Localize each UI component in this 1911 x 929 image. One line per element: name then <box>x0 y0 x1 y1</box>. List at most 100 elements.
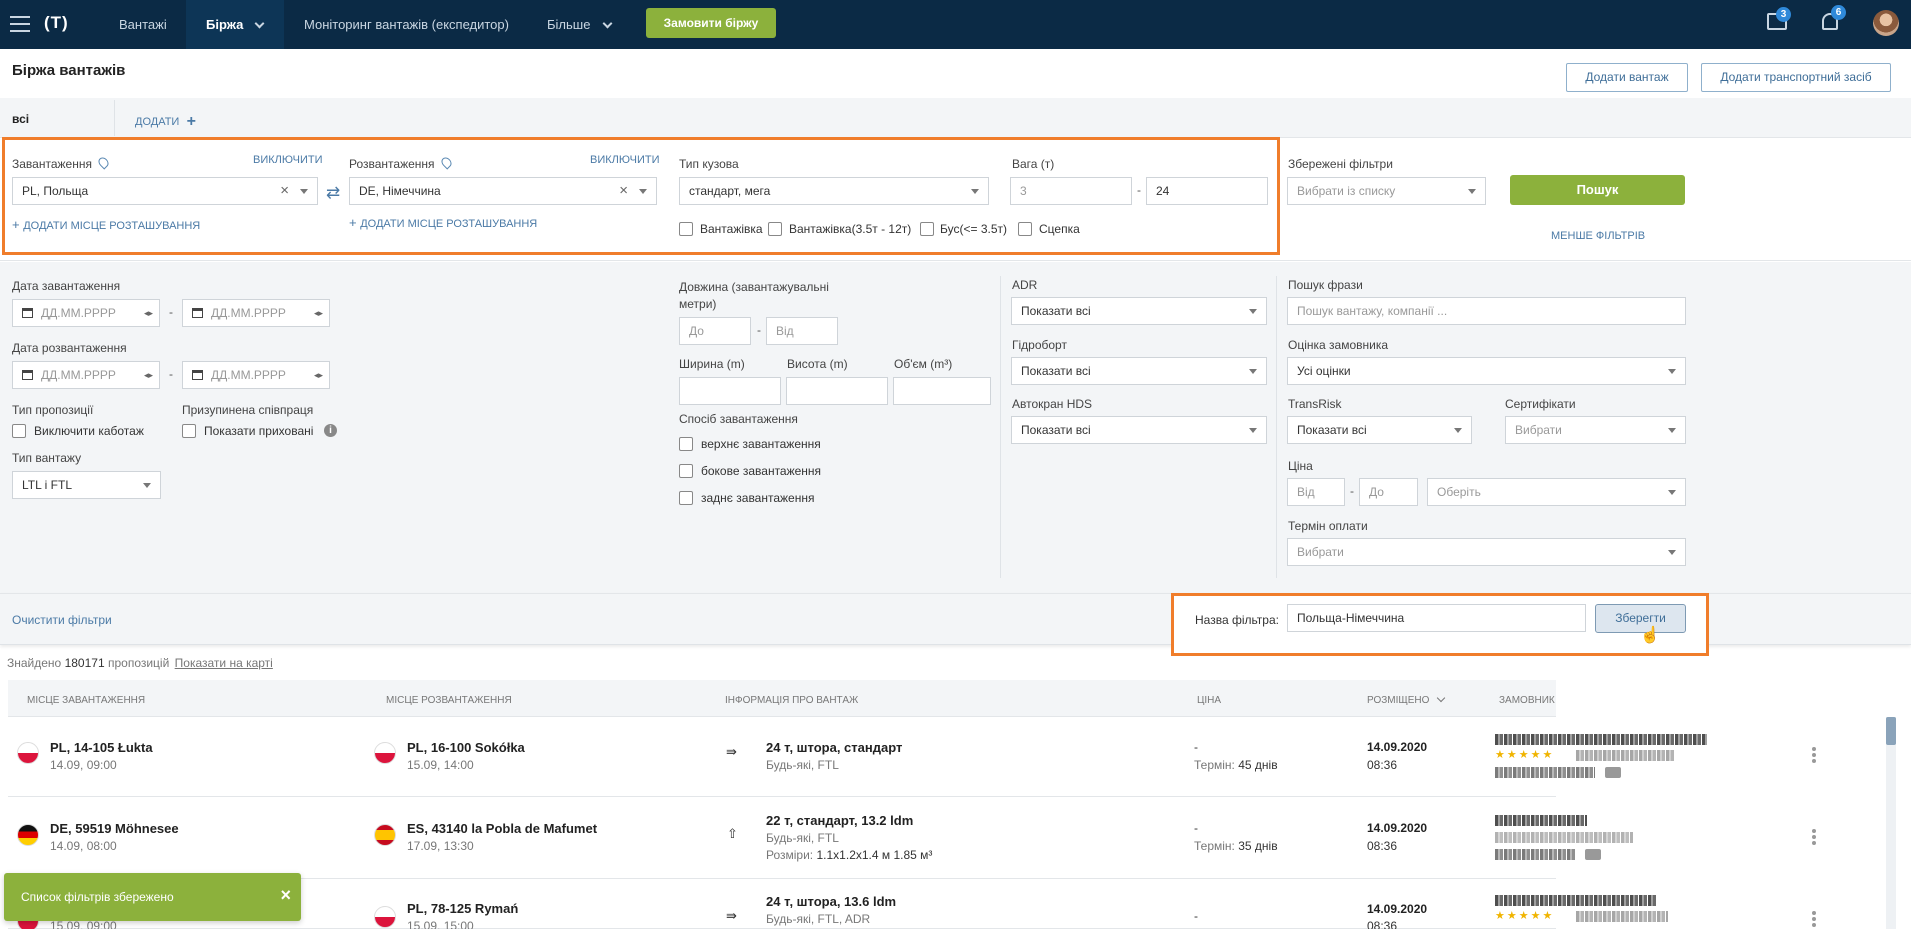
col-header-loading-place[interactable]: МІСЦЕ ЗАВАНТАЖЕННЯ <box>27 695 145 706</box>
top-navigation-bar: (T) Вантажі Біржа Моніторинг вантажів (е… <box>0 0 1911 49</box>
tail-lift-select[interactable]: Показати всі <box>1011 357 1267 385</box>
date-range-dash: - <box>169 367 173 381</box>
clear-filters-link[interactable]: Очистити фільтри <box>12 613 112 627</box>
loading-method-label: Спосіб завантаження <box>679 412 798 426</box>
chat-icon[interactable] <box>1585 849 1601 860</box>
payment-term-label: Термін оплати <box>1288 519 1368 533</box>
row-cargo-dims: Розміри: 1.1x1.2x1.4 м 1.85 м³ <box>766 848 932 862</box>
certificates-select[interactable]: Вибрати <box>1505 416 1686 444</box>
unload-date-to-placeholder: ДД.ММ.РРРР <box>211 368 286 382</box>
price-range-dash: - <box>1350 484 1354 498</box>
unload-date-from-input[interactable]: ДД.ММ.РРРР ◂▸ <box>12 361 160 389</box>
row-loading-date: 14.09, 08:00 <box>50 839 117 853</box>
nav-item-exchange[interactable]: Біржа <box>186 0 284 49</box>
length-to-input[interactable]: Від <box>766 317 838 345</box>
close-icon[interactable]: × <box>280 885 291 906</box>
side-loading-icon: ⇛ <box>726 908 737 923</box>
user-avatar[interactable] <box>1873 10 1899 36</box>
table-scrollbar[interactable] <box>1886 717 1896 929</box>
col-header-unloading-place[interactable]: МІСЦЕ РОЗВАНТАЖЕННЯ <box>386 695 512 706</box>
row-payment-term-label: Термін: <box>1194 758 1235 772</box>
top-loading-checkbox[interactable] <box>679 437 693 451</box>
price-currency-select[interactable]: Оберіть <box>1427 478 1686 506</box>
stepper-arrows-icon[interactable]: ◂▸ <box>144 300 153 326</box>
chat-icon[interactable] <box>1605 767 1621 778</box>
add-vehicle-button[interactable]: Додати транспортний засіб <box>1701 63 1891 92</box>
saved-filters-label: Збережені фільтри <box>1288 157 1393 171</box>
side-loading-icon: ⇛ <box>726 744 737 759</box>
load-date-label: Дата завантаження <box>12 279 121 293</box>
volume-input[interactable] <box>893 377 991 405</box>
length-from-input[interactable]: До <box>679 317 751 345</box>
logo[interactable]: (T) <box>44 13 69 33</box>
row-actions-menu-icon[interactable] <box>1812 911 1816 927</box>
transrisk-select[interactable]: Показати всі <box>1287 416 1472 444</box>
price-currency-value: Оберіть <box>1437 485 1481 499</box>
table-scrollbar-thumb[interactable] <box>1886 717 1896 745</box>
side-loading-checkbox[interactable] <box>679 464 693 478</box>
crane-select[interactable]: Показати всі <box>1011 416 1267 444</box>
info-icon[interactable]: i <box>324 424 337 437</box>
notifications-badge: 6 <box>1831 5 1846 20</box>
stepper-arrows-icon[interactable]: ◂▸ <box>144 362 153 388</box>
customer-rating-select[interactable]: Усі оцінки <box>1287 357 1686 385</box>
order-exchange-button[interactable]: Замовити біржу <box>646 8 776 38</box>
show-hidden-checkbox[interactable] <box>182 424 196 438</box>
add-cargo-button[interactable]: Додати вантаж <box>1566 63 1688 92</box>
dropdown-caret-icon <box>1468 189 1476 194</box>
nav-item-more[interactable]: Більше <box>547 0 617 49</box>
less-filters-link[interactable]: МЕНШЕ ФІЛЬТРІВ <box>1551 230 1645 242</box>
hamburger-menu-icon[interactable] <box>10 16 30 32</box>
adr-select[interactable]: Показати всі <box>1011 297 1267 325</box>
length-label: Довжина (завантажувальні метри) <box>679 279 829 313</box>
rear-loading-label: заднє завантаження <box>701 491 815 505</box>
cargo-type-select[interactable]: LTL і FTL <box>12 471 161 499</box>
col-header-customer[interactable]: ЗАМОВНИК <box>1499 695 1555 706</box>
row-cargo-dims-label: Розміри: <box>766 848 814 862</box>
show-on-map-link[interactable]: Показати на карті <box>175 656 273 670</box>
customer-contact-redacted <box>1495 767 1595 778</box>
price-to-input[interactable]: До <box>1359 478 1418 506</box>
load-date-to-input[interactable]: ДД.ММ.РРРР ◂▸ <box>182 299 330 327</box>
customer-name-redacted <box>1495 734 1707 745</box>
cargo-type-label: Тип вантажу <box>12 451 82 465</box>
mouse-cursor-icon: ☝ <box>1640 627 1660 644</box>
add-tab-button[interactable]: ДОДАТИ + <box>135 112 196 130</box>
nav-item-monitoring[interactable]: Моніторинг вантажів (експедитор) <box>304 0 514 49</box>
load-date-from-input[interactable]: ДД.ММ.РРРР ◂▸ <box>12 299 160 327</box>
saved-filters-select[interactable]: Вибрати із списку <box>1287 177 1486 205</box>
stepper-arrows-icon[interactable]: ◂▸ <box>314 362 323 388</box>
customer-name-redacted <box>1495 895 1657 906</box>
exclude-cabotage-checkbox[interactable] <box>12 424 26 438</box>
col-header-cargo-info[interactable]: ІНФОРМАЦІЯ ПРО ВАНТАЖ <box>725 695 858 706</box>
col-header-price[interactable]: ЦІНА <box>1197 695 1221 706</box>
row-unloading-place: PL, 16-100 Sokółka <box>407 740 525 755</box>
row-actions-menu-icon[interactable] <box>1812 829 1816 845</box>
row-posted-date: 14.09.2020 <box>1367 740 1428 754</box>
dropdown-caret-icon <box>143 483 151 488</box>
price-from-input[interactable]: Від <box>1287 478 1345 506</box>
row-actions-menu-icon[interactable] <box>1812 747 1816 763</box>
height-input[interactable] <box>786 377 888 405</box>
nav-item-exchange-label: Біржа <box>206 17 244 32</box>
phrase-search-input[interactable]: Пошук вантажу, компанії ... <box>1287 297 1686 325</box>
tab-all[interactable]: всі <box>12 112 29 126</box>
table-row[interactable] <box>8 717 1556 797</box>
filter-name-input[interactable]: Польща-Німеччина <box>1287 604 1586 632</box>
col-header-posted[interactable]: РОЗМІЩЕНО <box>1367 693 1446 706</box>
row-price: - <box>1194 821 1198 835</box>
row-unloading-place: ES, 43140 la Pobla de Mafumet <box>407 821 598 836</box>
unload-date-to-input[interactable]: ДД.ММ.РРРР ◂▸ <box>182 361 330 389</box>
top-loading-label: верхнє завантаження <box>701 437 821 451</box>
unload-date-label: Дата розвантаження <box>12 341 127 355</box>
rear-loading-checkbox[interactable] <box>679 491 693 505</box>
certificates-label: Сертифікати <box>1505 397 1576 411</box>
payment-term-select[interactable]: Вибрати <box>1287 538 1686 566</box>
width-input[interactable] <box>679 377 781 405</box>
row-cargo-info: 22 т, стандарт, 13.2 ldm <box>766 813 914 828</box>
row-loading-place: DE, 59519 Möhnesee <box>50 821 179 836</box>
nav-item-cargo[interactable]: Вантажі <box>119 0 174 49</box>
search-button[interactable]: Пошук <box>1510 175 1685 205</box>
row-payment-term: Термін: 35 днів <box>1194 839 1278 853</box>
stepper-arrows-icon[interactable]: ◂▸ <box>314 300 323 326</box>
